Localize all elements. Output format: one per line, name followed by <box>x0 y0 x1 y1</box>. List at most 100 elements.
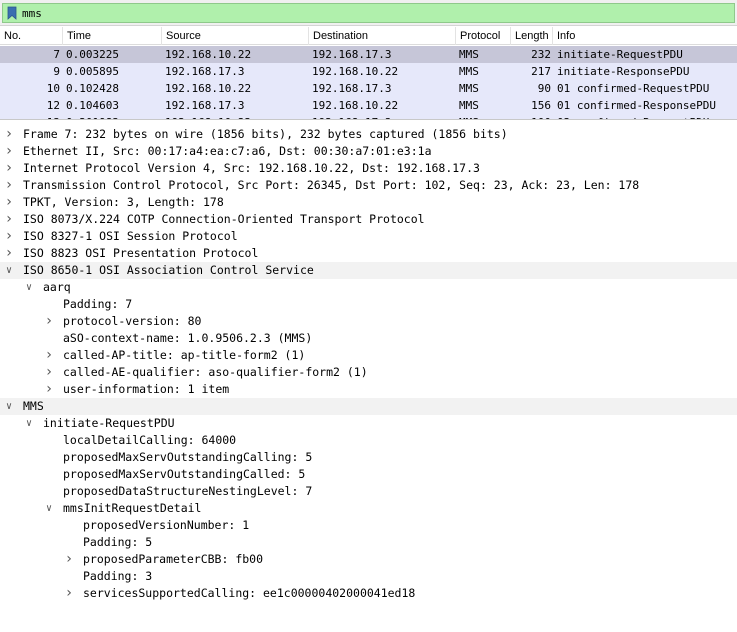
chevron-right-icon[interactable]: › <box>4 245 14 262</box>
detail-tree-item[interactable]: proposedMaxServOutstandingCalled: 5 <box>0 466 737 483</box>
column-header-info[interactable]: Info <box>553 27 737 45</box>
chevron-right-icon[interactable]: › <box>4 211 14 228</box>
detail-tree-label: proposedVersionNumber: 1 <box>83 518 250 532</box>
packet-source: 192.168.17.3 <box>165 65 245 78</box>
detail-tree-item[interactable]: › ISO 8327-1 OSI Session Protocol <box>0 228 737 245</box>
chevron-right-icon[interactable]: › <box>4 228 14 245</box>
column-header-source[interactable]: Source <box>162 27 309 45</box>
detail-tree-item[interactable]: › Frame 7: 232 bytes on wire (1856 bits),… <box>0 126 737 143</box>
packet-row[interactable]: 13 0.201983192.168.10.22192.168.17.3MMS10… <box>0 114 737 119</box>
detail-tree-label: initiate-RequestPDU <box>43 416 175 430</box>
packet-info: initiate-RequestPDU <box>557 48 683 61</box>
detail-tree-label: protocol-version: 80 <box>63 314 202 328</box>
packet-no: 12 <box>46 99 60 112</box>
detail-tree-item[interactable]: ∨ initiate-RequestPDU <box>0 415 737 432</box>
chevron-right-icon[interactable]: › <box>64 551 74 568</box>
detail-tree-label: ISO 8073/X.224 COTP Connection-Oriented … <box>23 212 425 226</box>
detail-tree-item[interactable]: › protocol-version: 80 <box>0 313 737 330</box>
chevron-down-icon[interactable]: ∨ <box>4 262 14 279</box>
detail-tree-item[interactable]: ∨ mmsInitRequestDetail <box>0 500 737 517</box>
detail-tree-item[interactable]: proposedVersionNumber: 1 <box>0 517 737 534</box>
detail-tree-item[interactable]: › user-information: 1 item <box>0 381 737 398</box>
detail-tree-item[interactable]: › called-AE-qualifier: aso-qualifier-form… <box>0 364 737 381</box>
chevron-down-icon[interactable]: ∨ <box>44 500 54 517</box>
packet-no: 7 <box>53 48 60 61</box>
chevron-down-icon[interactable]: ∨ <box>24 279 34 296</box>
display-filter-input[interactable]: mms <box>2 3 735 23</box>
packet-details-tree[interactable]: › Frame 7: 232 bytes on wire (1856 bits),… <box>0 124 737 632</box>
packet-destination: 192.168.17.3 <box>312 114 456 119</box>
packet-protocol: MMS <box>459 99 479 112</box>
detail-tree-item[interactable]: proposedMaxServOutstandingCalling: 5 <box>0 449 737 466</box>
chevron-down-icon[interactable]: ∨ <box>24 415 34 432</box>
detail-tree-label: Padding: 5 <box>83 535 153 549</box>
detail-tree-label: ISO 8327-1 OSI Session Protocol <box>23 229 238 243</box>
chevron-right-icon[interactable]: › <box>44 313 54 330</box>
bookmark-icon[interactable] <box>6 6 18 20</box>
packet-info: 01 confirmed-RequestPDU <box>557 82 710 95</box>
chevron-right-icon[interactable]: › <box>44 381 54 398</box>
column-header-no[interactable]: No. <box>0 27 63 45</box>
chevron-right-icon[interactable]: › <box>4 143 14 160</box>
packet-row[interactable]: 12 0.104603 192.168.17.3 192.168.10.22 MMS 15… <box>0 97 737 114</box>
detail-tree-label: servicesSupportedCalling: ee1c0000040200… <box>83 586 416 600</box>
detail-tree-label: TPKT, Version: 3, Length: 178 <box>23 195 224 209</box>
detail-tree-item[interactable]: › Internet Protocol Version 4, Src: 192.1… <box>0 160 737 177</box>
column-header-destination[interactable]: Destination <box>309 27 456 45</box>
detail-tree-item[interactable]: › servicesSupportedCalling: ee1c000004020… <box>0 585 737 602</box>
detail-tree-item[interactable]: › ISO 8073/X.224 COTP Connection-Oriented… <box>0 211 737 228</box>
packet-source: 192.168.10.22 <box>165 48 252 61</box>
detail-tree-item[interactable]: › TPKT, Version: 3, Length: 178 <box>0 194 737 211</box>
detail-tree-label: called-AE-qualifier: aso-qualifier-form2… <box>63 365 368 379</box>
detail-tree-item[interactable]: localDetailCalling: 64000 <box>0 432 737 449</box>
detail-tree-label: proposedDataStructureNestingLevel: 7 <box>63 484 313 498</box>
detail-tree-item[interactable]: Padding: 5 <box>0 534 737 551</box>
detail-tree-item[interactable]: › ISO 8823 OSI Presentation Protocol <box>0 245 737 262</box>
packet-time: 0.005895 <box>66 65 119 78</box>
chevron-right-icon[interactable]: › <box>64 585 74 602</box>
detail-tree-item[interactable]: proposedDataStructureNestingLevel: 7 <box>0 483 737 500</box>
packet-time: 0.102428 <box>66 82 119 95</box>
column-header-time[interactable]: Time <box>63 27 162 45</box>
packet-length: 232 <box>531 48 551 61</box>
detail-tree-item[interactable]: ∨ aarq <box>0 279 737 296</box>
chevron-right-icon[interactable]: › <box>4 126 14 143</box>
packet-list-header: No. Time Source Destination Protocol Len… <box>0 27 737 45</box>
detail-tree-item[interactable]: › called-AP-title: ap-title-form2 (1) <box>0 347 737 364</box>
detail-tree-item[interactable]: aSO-context-name: 1.0.9506.2.3 (MMS) <box>0 330 737 347</box>
chevron-right-icon[interactable]: › <box>44 347 54 364</box>
packet-row[interactable]: 7 0.003225 192.168.10.22 192.168.17.3 MMS 232… <box>0 46 737 63</box>
detail-tree-item[interactable]: Padding: 3 <box>0 568 737 585</box>
chevron-right-icon[interactable]: › <box>4 177 14 194</box>
detail-tree-item[interactable]: ∨ ISO 8650-1 OSI Association Control Serv… <box>0 262 737 279</box>
column-header-protocol[interactable]: Protocol <box>456 27 511 45</box>
detail-tree-label: Transmission Control Protocol, Src Port:… <box>23 178 640 192</box>
detail-tree-label: proposedMaxServOutstandingCalling: 5 <box>63 450 313 464</box>
packet-length: 90 <box>537 82 551 95</box>
packet-protocol: MMS <box>459 65 479 78</box>
packet-row[interactable]: 10 0.102428 192.168.10.22 192.168.17.3 MMS 90… <box>0 80 737 97</box>
packet-protocol: MMS <box>459 82 479 95</box>
packet-destination: 192.168.10.22 <box>312 99 399 112</box>
detail-tree-label: aSO-context-name: 1.0.9506.2.3 (MMS) <box>63 331 313 345</box>
detail-tree-label: Frame 7: 232 bytes on wire (1856 bits), … <box>23 127 508 141</box>
packet-list[interactable]: No. Time Source Destination Protocol Len… <box>0 27 737 120</box>
chevron-down-icon[interactable]: ∨ <box>4 398 14 415</box>
chevron-right-icon[interactable]: › <box>4 160 14 177</box>
detail-tree-item[interactable]: › Transmission Control Protocol, Src Port… <box>0 177 737 194</box>
detail-tree-label: MMS <box>23 399 44 413</box>
detail-tree-item[interactable]: ∨ MMS <box>0 398 737 415</box>
chevron-right-icon[interactable]: › <box>4 194 14 211</box>
packet-no: 10 <box>46 82 60 95</box>
detail-tree-item[interactable]: › proposedParameterCBB: fb00 <box>0 551 737 568</box>
packet-row[interactable]: 9 0.005895 192.168.17.3 192.168.10.22 MMS 217… <box>0 63 737 80</box>
chevron-right-icon[interactable]: › <box>44 364 54 381</box>
detail-tree-item[interactable]: Padding: 7 <box>0 296 737 313</box>
packet-no: 13 <box>0 114 60 119</box>
packet-destination: 192.168.17.3 <box>312 82 392 95</box>
detail-tree-item[interactable]: › Ethernet II, Src: 00:17:a4:ea:c7:a6, Ds… <box>0 143 737 160</box>
column-header-length[interactable]: Length <box>511 27 553 45</box>
detail-tree-label: Internet Protocol Version 4, Src: 192.16… <box>23 161 480 175</box>
detail-tree-label: mmsInitRequestDetail <box>63 501 202 515</box>
packet-time: 0.104603 <box>66 99 119 112</box>
